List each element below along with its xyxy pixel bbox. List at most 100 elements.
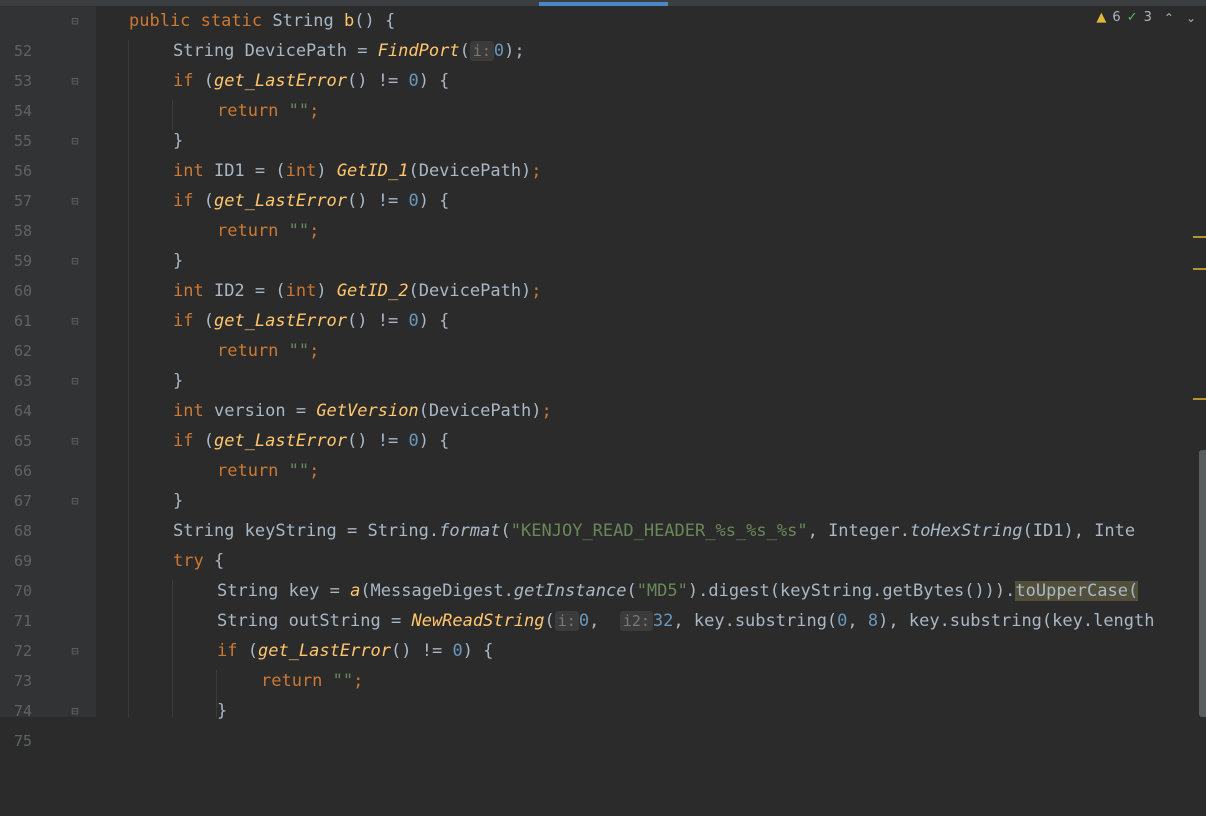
inspection-highlight[interactable]: toUpperCase( [1015, 581, 1139, 601]
code-line[interactable]: 72 String outString = NewReadString(i: 0,… [0, 606, 1200, 660]
code-line[interactable]: 62 ⊟ if (get_LastError() != 0) { [0, 306, 1200, 360]
code-line[interactable]: 52 ⊟ public static String b() { [0, 6, 1200, 60]
code-token: ) [316, 281, 337, 301]
fold-icon[interactable]: ⊟ [69, 315, 81, 327]
code-text[interactable]: if (get_LastError() != 0) { [173, 306, 449, 336]
code-line[interactable]: 71 String key = a(MessageDigest.getInsta… [0, 576, 1200, 630]
code-line[interactable]: 54 ⊟ if (get_LastError() != 0) { [0, 66, 1200, 120]
code-token: return [217, 221, 279, 241]
fold-icon[interactable]: ⊟ [69, 15, 81, 27]
code-token: () { [354, 11, 396, 31]
code-token: public [129, 11, 191, 31]
parameter-hint: i: [469, 41, 494, 61]
code-line[interactable]: 57 int ID1 = (int) GetID_1(DevicePath); [0, 156, 1200, 210]
code-token: String key = [217, 581, 351, 601]
parameter-hint: i: [554, 611, 579, 631]
code-text[interactable]: } [173, 126, 183, 156]
code-token: (DevicePath) [418, 401, 542, 421]
code-token: ( [626, 581, 637, 601]
code-line[interactable]: 64 ⊟ } [0, 366, 1200, 420]
code-text[interactable]: return ""; [217, 216, 319, 246]
code-token: } [173, 371, 184, 391]
code-token: } [173, 491, 184, 511]
code-text[interactable]: if (get_LastError() != 0) { [217, 636, 493, 666]
code-line[interactable]: 65 int version = GetVersion(DevicePath); [0, 396, 1200, 450]
code-line[interactable]: 73 ⊟ if (get_LastError() != 0) { [0, 636, 1200, 690]
code-line[interactable]: 69 String keyString = String.format("KEN… [0, 516, 1200, 570]
fold-icon[interactable]: ⊟ [69, 705, 81, 717]
code-token: "" [288, 461, 310, 481]
code-token: ) { [418, 311, 450, 331]
code-text[interactable]: } [217, 696, 227, 726]
code-token: , [589, 611, 610, 631]
code-line[interactable]: 61 int ID2 = (int) GetID_2(DevicePath); [0, 276, 1200, 330]
code-token: ; [531, 281, 542, 301]
code-token: (ID1), Inte [1022, 521, 1136, 541]
code-text[interactable]: String outString = NewReadString(i: 0, i2… [217, 606, 1155, 636]
code-text[interactable]: String keyString = String.format("KENJOY… [173, 516, 1135, 546]
code-token: "" [332, 671, 354, 691]
code-text[interactable]: } [173, 486, 183, 516]
code-token: } [173, 251, 184, 271]
code-line[interactable]: 59 return ""; [0, 216, 1200, 270]
code-token: int [285, 161, 317, 181]
code-text[interactable]: return ""; [261, 666, 363, 696]
code-token: } [173, 131, 184, 151]
code-line[interactable]: 53 String DevicePath = FindPort(i: 0); [0, 36, 1200, 90]
code-text[interactable]: return ""; [217, 456, 319, 486]
code-token: () != [347, 71, 409, 91]
code-text[interactable]: try { [173, 546, 224, 576]
code-line[interactable]: 63 return ""; [0, 336, 1200, 390]
code-token: ).digest(keyString.getBytes())). [687, 581, 1016, 601]
fold-icon[interactable]: ⊟ [69, 195, 81, 207]
code-text[interactable]: if (get_LastError() != 0) { [173, 426, 449, 456]
code-line[interactable]: 74 return ""; [0, 666, 1200, 720]
fold-icon[interactable]: ⊟ [69, 135, 81, 147]
code-text[interactable]: if (get_LastError() != 0) { [173, 186, 449, 216]
code-line[interactable]: 60 ⊟ } [0, 246, 1200, 300]
code-token: ) { [462, 641, 494, 661]
fold-icon[interactable]: ⊟ [69, 375, 81, 387]
code-token: GetVersion [316, 401, 419, 421]
code-line[interactable]: 67 return ""; [0, 456, 1200, 510]
code-token: format [439, 521, 501, 541]
code-token: 0 [408, 431, 419, 451]
code-text[interactable]: if (get_LastError() != 0) { [173, 66, 449, 96]
fold-icon[interactable]: ⊟ [69, 75, 81, 87]
code-line[interactable]: 75 ⊟ } [0, 696, 1200, 750]
code-line[interactable]: 58 ⊟ if (get_LastError() != 0) { [0, 186, 1200, 240]
code-line[interactable]: 68 ⊟ } [0, 486, 1200, 540]
fold-icon[interactable]: ⊟ [69, 495, 81, 507]
code-token: return [217, 341, 279, 361]
code-text[interactable]: int ID1 = (int) GetID_1(DevicePath); [173, 156, 542, 186]
fold-icon[interactable]: ⊟ [69, 645, 81, 657]
code-text[interactable]: int ID2 = (int) GetID_2(DevicePath); [173, 276, 542, 306]
code-text[interactable]: return ""; [217, 336, 319, 366]
code-token: "MD5" [636, 581, 688, 601]
code-text[interactable]: return ""; [217, 96, 319, 126]
code-line[interactable]: 55 return ""; [0, 96, 1200, 150]
code-text[interactable]: int version = GetVersion(DevicePath); [173, 396, 552, 426]
code-token: FindPort [377, 41, 460, 61]
code-token: 0 [493, 41, 505, 61]
code-text[interactable]: String DevicePath = FindPort(i: 0); [173, 36, 525, 66]
code-token: ), key.substring(key.length [878, 611, 1155, 631]
fold-icon[interactable]: ⊟ [69, 435, 81, 447]
code-token: b [344, 11, 355, 31]
vertical-scrollbar[interactable] [1199, 450, 1206, 717]
code-line[interactable]: 56 ⊟ } [0, 126, 1200, 180]
code-text[interactable]: } [173, 246, 183, 276]
code-text[interactable]: } [173, 366, 183, 396]
code-token: } [217, 701, 228, 721]
code-text[interactable]: String key = a(MessageDigest.getInstance… [217, 576, 1139, 606]
fold-icon[interactable]: ⊟ [69, 255, 81, 267]
code-token: ) { [418, 431, 450, 451]
code-token: 0 [408, 191, 419, 211]
code-token: String DevicePath = [173, 41, 378, 61]
code-token: static [200, 11, 263, 31]
code-token: 0 [578, 611, 590, 631]
code-line[interactable]: 66 ⊟ if (get_LastError() != 0) { [0, 426, 1200, 480]
code-text[interactable]: public static String b() { [129, 6, 395, 36]
code-line[interactable]: 70 try { [0, 546, 1200, 600]
parameter-hint: i2: [619, 611, 653, 631]
